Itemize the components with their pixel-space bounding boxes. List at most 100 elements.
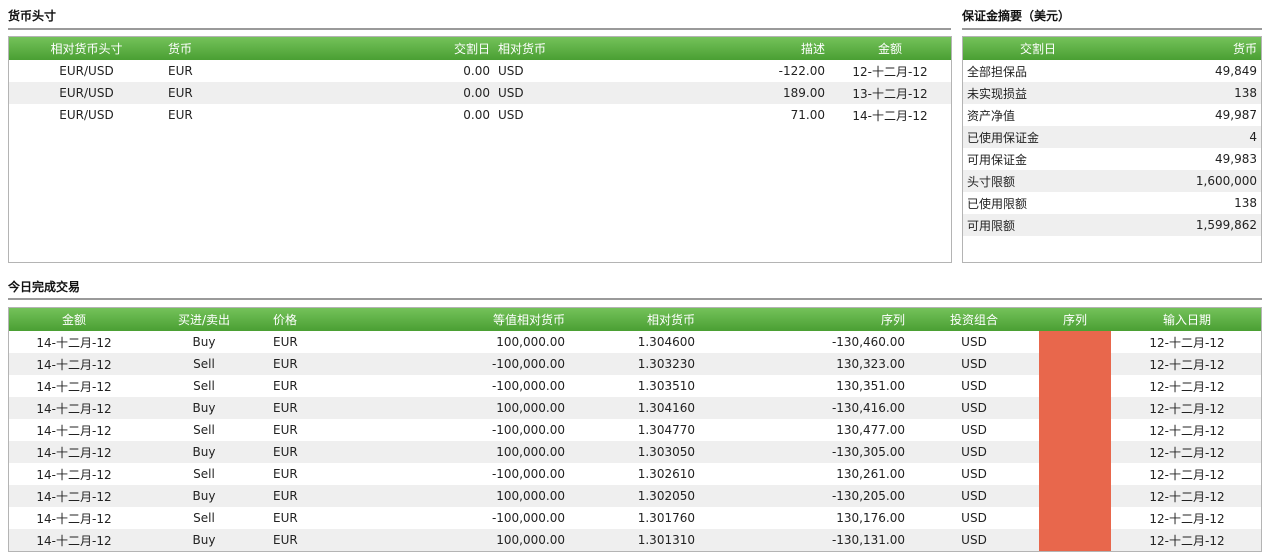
table-row[interactable]: 未实现损益 138	[963, 82, 1261, 104]
table-row[interactable]: 14-十二月-12 Sell EUR -100,000.00 1.303230 130,3…	[9, 353, 1261, 375]
table-cell: 1,600,000	[1113, 170, 1261, 192]
table-cell: 12-十二月-12	[1149, 467, 1225, 482]
table-cell: 12-十二月-12	[1111, 353, 1261, 375]
table-cell: -122.00	[778, 64, 825, 78]
table-cell: EUR/USD	[59, 64, 114, 78]
table-cell: 1.302610	[637, 467, 695, 481]
table-cell: USD	[498, 108, 524, 122]
table-cell: 14-十二月-12	[9, 397, 139, 419]
col-header[interactable]: 等值相对货币	[359, 308, 569, 331]
table-cell: 138	[1113, 82, 1261, 104]
table-row[interactable]: 14-十二月-12 Buy EUR 100,000.00 1.304160 -130,41…	[9, 397, 1261, 419]
table-cell: Buy	[139, 529, 269, 551]
table-cell: USD	[961, 511, 987, 525]
sequence-highlight-cell	[1039, 375, 1111, 397]
col-header[interactable]: 金额	[9, 308, 139, 331]
table-cell: 资产净值	[967, 108, 1016, 123]
table-cell: 全部担保品	[967, 64, 1028, 79]
positions-divider	[8, 28, 951, 30]
table-row[interactable]: 可用保证金 49,983	[963, 148, 1261, 170]
table-row[interactable]: EUR/USD EUR 0.00 USD -122.00 12-十二月-12	[9, 60, 951, 82]
col-header[interactable]: 货币	[164, 37, 284, 60]
table-cell: 12-十二月-12	[1111, 529, 1261, 551]
col-header[interactable]: 相对货币	[569, 308, 699, 331]
table-cell: 100,000.00	[359, 441, 569, 463]
table-cell: EUR	[273, 335, 298, 349]
table-row[interactable]: 14-十二月-12 Sell EUR -100,000.00 1.304770 130,4…	[9, 419, 1261, 441]
table-cell: 已使用限额	[967, 196, 1028, 211]
table-row[interactable]: 已使用限额 138	[963, 192, 1261, 214]
col-header[interactable]: 相对货币头寸	[9, 37, 164, 60]
table-cell: EUR	[168, 64, 193, 78]
table-row[interactable]: 14-十二月-12 Sell EUR -100,000.00 1.303510 130,3…	[9, 375, 1261, 397]
col-header[interactable]: 输入日期	[1111, 308, 1261, 331]
table-cell: EUR/USD	[59, 108, 114, 122]
table-row[interactable]: EUR/USD EUR 0.00 USD 189.00 13-十二月-12	[9, 82, 951, 104]
table-cell: 71.00	[790, 108, 825, 122]
table-row[interactable]: 14-十二月-12 Sell EUR -100,000.00 1.302610 130,2…	[9, 463, 1261, 485]
col-header[interactable]: 序列	[1039, 308, 1111, 331]
table-cell: Buy	[139, 397, 269, 419]
table-cell: Sell	[193, 379, 215, 393]
table-row[interactable]: 可用限额 1,599,862	[963, 214, 1261, 236]
table-row[interactable]: 头寸限额 1,600,000	[963, 170, 1261, 192]
table-cell: 12-十二月-12	[1111, 441, 1261, 463]
table-cell: 14-十二月-12	[36, 511, 112, 526]
table-cell: -100,000.00	[491, 511, 565, 525]
table-cell: EUR	[269, 485, 359, 507]
table-row[interactable]: 14-十二月-12 Sell EUR -100,000.00 1.301760 130,1…	[9, 507, 1261, 529]
table-cell: 12-十二月-12	[852, 64, 928, 79]
table-cell: 1.303510	[637, 379, 695, 393]
col-header[interactable]: 交割日	[284, 37, 494, 60]
table-cell: 12-十二月-12	[1149, 379, 1225, 394]
table-cell: 49,849	[1215, 64, 1257, 78]
table-cell: 130,323.00	[699, 353, 909, 375]
table-cell: Buy	[192, 335, 216, 349]
table-cell: 14-十二月-12	[9, 353, 139, 375]
col-header[interactable]: 货币	[1113, 37, 1261, 60]
table-row[interactable]: 14-十二月-12 Buy EUR 100,000.00 1.303050 -130,30…	[9, 441, 1261, 463]
col-header[interactable]: 金额	[829, 37, 951, 60]
table-cell: -130,205.00	[699, 485, 909, 507]
trades-header-row: 金额 买进/卖出 价格 等值相对货币 相对货币 序列 投资组合 序列 输入日期	[9, 308, 1261, 331]
table-cell: EUR	[273, 379, 298, 393]
table-cell: USD	[909, 529, 1039, 551]
table-cell: -130,460.00	[831, 335, 905, 349]
table-row[interactable]: 已使用保证金 4	[963, 126, 1261, 148]
table-cell: 0.00	[463, 108, 490, 122]
table-cell: 可用限额	[963, 214, 1113, 236]
col-header[interactable]: 序列	[699, 308, 909, 331]
table-cell: Sell	[193, 423, 215, 437]
table-cell: USD	[909, 485, 1039, 507]
col-header[interactable]: 描述	[609, 37, 829, 60]
table-cell: 0.00	[463, 64, 490, 78]
col-header[interactable]: 价格	[269, 308, 359, 331]
table-row[interactable]: 14-十二月-12 Buy EUR 100,000.00 1.301310 -130,13…	[9, 529, 1261, 551]
trades-title: 今日完成交易	[8, 280, 81, 294]
table-cell: USD	[961, 423, 987, 437]
table-cell: 14-十二月-12	[36, 467, 112, 482]
table-cell: USD	[961, 335, 987, 349]
sequence-highlight-cell	[1039, 441, 1111, 463]
sequence-highlight-cell	[1039, 485, 1111, 507]
table-cell: EUR	[269, 353, 359, 375]
table-cell: 未实现损益	[963, 82, 1113, 104]
table-cell: 100,000.00	[359, 529, 569, 551]
col-header[interactable]: 买进/卖出	[139, 308, 269, 331]
table-row[interactable]: 14-十二月-12 Buy EUR 100,000.00 1.304600 -130,46…	[9, 331, 1261, 353]
table-row[interactable]: 资产净值 49,987	[963, 104, 1261, 126]
table-row[interactable]: 14-十二月-12 Buy EUR 100,000.00 1.302050 -130,20…	[9, 485, 1261, 507]
col-header[interactable]: 相对货币	[494, 37, 609, 60]
positions-panel: 相对货币头寸 货币 交割日 相对货币 描述 金额 EUR/USD EUR 0.00 U…	[8, 36, 952, 263]
table-cell: -100,000.00	[359, 353, 569, 375]
table-cell: 100,000.00	[359, 485, 569, 507]
margin-title: 保证金摘要（美元）	[962, 9, 1071, 23]
col-header[interactable]: 投资组合	[909, 308, 1039, 331]
table-cell: USD	[909, 353, 1039, 375]
table-row[interactable]: EUR/USD EUR 0.00 USD 71.00 14-十二月-12	[9, 104, 951, 126]
table-cell: -130,416.00	[699, 397, 909, 419]
col-header[interactable]: 交割日	[963, 37, 1113, 60]
table-row[interactable]: 全部担保品 49,849	[963, 60, 1261, 82]
table-cell: 100,000.00	[496, 335, 565, 349]
table-cell: EUR/USD	[9, 82, 164, 104]
